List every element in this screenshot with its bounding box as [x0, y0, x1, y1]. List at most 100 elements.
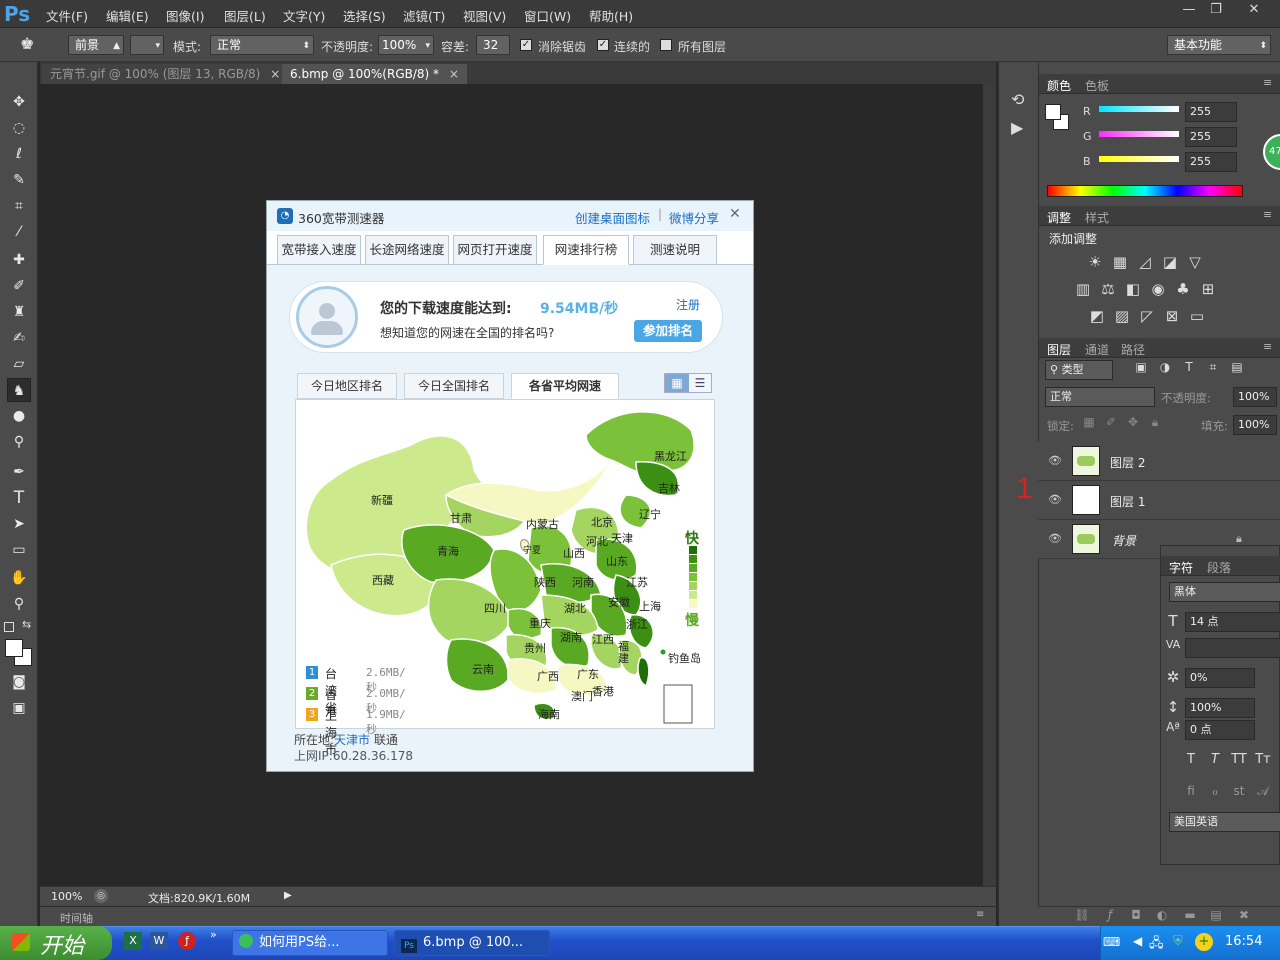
- panel-menu-icon[interactable]: ≡: [1263, 76, 1272, 89]
- tab-yuanxiao[interactable]: 元宵节.gif @ 100% (图层 13, RGB/8) ×: [42, 64, 289, 84]
- photo-filter-icon[interactable]: ◉: [1148, 280, 1168, 298]
- fx-icon[interactable]: ƒ: [1100, 908, 1120, 922]
- layer-name[interactable]: 图层 1: [1110, 493, 1145, 510]
- swash-icon[interactable]: 𝒜: [1253, 784, 1273, 799]
- tab-paragraph[interactable]: 段落: [1207, 559, 1231, 576]
- opacity-field[interactable]: 100% ▾: [378, 35, 434, 55]
- tab-longhaul-speed[interactable]: 长途网络速度: [365, 235, 449, 265]
- excel-icon[interactable]: X: [124, 932, 142, 950]
- color-fg-swatch[interactable]: [1045, 104, 1061, 120]
- tab-swatches[interactable]: 色板: [1085, 77, 1109, 94]
- tab-6bmp[interactable]: 6.bmp @ 100%(RGB/8) * ×: [282, 64, 467, 84]
- exposure-icon[interactable]: ◪: [1160, 253, 1180, 271]
- tab-character[interactable]: 字符: [1169, 559, 1193, 576]
- pattern-picker[interactable]: ▾: [130, 35, 164, 55]
- taskbar-item-photoshop[interactable]: Ps 6.bmp @ 100...: [394, 930, 550, 956]
- subtab-national-ranking[interactable]: 今日全国排名: [404, 373, 504, 399]
- actions-panel-icon[interactable]: ▶: [1011, 118, 1023, 137]
- menu-layer[interactable]: 图层(L): [224, 6, 266, 25]
- tab-paths[interactable]: 路径: [1121, 341, 1145, 358]
- menu-help[interactable]: 帮助(H): [589, 6, 633, 25]
- panel-menu-icon[interactable]: ≡: [976, 909, 984, 920]
- bold-style-icon[interactable]: T: [1181, 752, 1201, 767]
- plus-icon[interactable]: +: [1195, 933, 1213, 951]
- panel-menu-icon[interactable]: ≡: [1263, 208, 1272, 221]
- invert-icon[interactable]: ◩: [1087, 307, 1107, 325]
- menu-filter[interactable]: 滤镜(T): [403, 6, 445, 25]
- screen-mode-icon[interactable]: ▣: [7, 696, 31, 720]
- tab-close-icon[interactable]: ×: [449, 67, 459, 81]
- path-select-icon[interactable]: ➤: [7, 512, 31, 536]
- menu-edit[interactable]: 编辑(E): [106, 6, 149, 25]
- restore-button[interactable]: ❐: [1203, 1, 1229, 21]
- visibility-eye-icon[interactable]: 👁︎: [1048, 532, 1062, 545]
- layer-row[interactable]: 👁︎ 图层 2: [1038, 442, 1280, 481]
- fill-source-dropdown[interactable]: 前景 ▲︎: [68, 35, 124, 55]
- mode-dropdown[interactable]: 正常 ⬍: [210, 35, 314, 55]
- tab-close-icon[interactable]: ×: [270, 67, 280, 81]
- link-layers-icon[interactable]: ⛓: [1072, 908, 1092, 922]
- layer-row[interactable]: 👁︎ 图层 1: [1038, 481, 1280, 520]
- curves-icon[interactable]: ◿: [1135, 253, 1155, 271]
- ligature-icon[interactable]: ﬁ: [1181, 784, 1201, 798]
- pen-tool-icon[interactable]: ✒: [7, 460, 31, 484]
- layer-opacity-field[interactable]: 100%: [1233, 387, 1277, 407]
- kerning-field[interactable]: [1185, 638, 1280, 658]
- eyedropper-tool-icon[interactable]: ⁄: [7, 220, 31, 244]
- color-lookup-icon[interactable]: ⊞: [1198, 280, 1218, 298]
- network-icon[interactable]: 🖧︎: [1149, 934, 1164, 956]
- tab-test-notes[interactable]: 测速说明: [633, 235, 717, 265]
- zoom-tool-icon[interactable]: ⚲: [7, 592, 31, 616]
- security-shield-icon[interactable]: ⛨: [1173, 934, 1183, 949]
- tab-speed-ranking[interactable]: 网速排行榜: [543, 235, 629, 265]
- new-adjustment-icon[interactable]: ◐: [1152, 908, 1172, 922]
- filter-pixel-icon[interactable]: ▣: [1131, 360, 1151, 374]
- hue-icon[interactable]: ▥: [1073, 280, 1093, 298]
- brightness-icon[interactable]: ☀: [1085, 253, 1105, 271]
- filter-shape-icon[interactable]: ⌗: [1203, 360, 1223, 375]
- filter-type-icon[interactable]: T: [1179, 360, 1199, 374]
- blend-mode-dropdown[interactable]: 正常: [1045, 387, 1155, 407]
- hand-tool-icon[interactable]: ✋: [7, 566, 31, 590]
- tolerance-field[interactable]: 32: [476, 35, 510, 55]
- stamp-tool-icon[interactable]: ♜: [7, 300, 31, 324]
- tray-expand-icon[interactable]: ◀: [1133, 934, 1142, 948]
- color-spectrum-bar[interactable]: [1047, 185, 1243, 197]
- subtab-local-ranking[interactable]: 今日地区排名: [297, 373, 397, 399]
- close-window-button[interactable]: ✕: [1240, 1, 1268, 21]
- tracking-field[interactable]: 0%: [1185, 668, 1255, 688]
- all-layers-checkbox[interactable]: [660, 39, 672, 51]
- menu-window[interactable]: 窗口(W): [524, 6, 571, 25]
- vertical-scale-field[interactable]: 100%: [1185, 698, 1255, 718]
- overflow-chevron-icon[interactable]: »: [210, 928, 217, 941]
- start-button[interactable]: 开始: [0, 926, 112, 960]
- antialias-checkbox[interactable]: ✓: [520, 39, 532, 51]
- channel-g-value[interactable]: 255: [1185, 127, 1237, 147]
- add-mask-icon[interactable]: ◘: [1126, 908, 1146, 922]
- lock-transparent-icon[interactable]: ▦: [1079, 415, 1099, 429]
- tab-webpage-speed[interactable]: 网页打开速度: [453, 235, 537, 265]
- timeline-label[interactable]: 时间轴: [60, 910, 93, 926]
- brush-tool-icon[interactable]: ✐: [7, 274, 31, 298]
- eraser-tool-icon[interactable]: ▱: [7, 352, 31, 376]
- lock-pixels-icon[interactable]: ✐: [1101, 415, 1121, 429]
- history-brush-icon[interactable]: ✍: [7, 326, 31, 350]
- layer-name[interactable]: 背景: [1112, 532, 1136, 549]
- list-view-icon[interactable]: ☰: [689, 374, 711, 392]
- allcaps-style-icon[interactable]: TT: [1229, 752, 1249, 767]
- tab-adjustments[interactable]: 调整: [1047, 209, 1071, 226]
- tab-color[interactable]: 颜色: [1047, 77, 1071, 94]
- lock-position-icon[interactable]: ✥: [1123, 415, 1143, 429]
- visibility-eye-icon[interactable]: 👁︎: [1048, 493, 1062, 506]
- filter-adjust-icon[interactable]: ◑: [1155, 360, 1175, 374]
- menu-view[interactable]: 视图(V): [463, 6, 506, 25]
- layer-filter-dropdown[interactable]: ⚲ 类型: [1045, 360, 1113, 380]
- menu-image[interactable]: 图像(I): [166, 6, 204, 25]
- color-balance-icon[interactable]: ⚖: [1098, 280, 1118, 298]
- menu-type[interactable]: 文字(Y): [283, 6, 325, 25]
- paint-bucket-tool-icon[interactable]: ♞: [7, 378, 31, 402]
- paint-bucket-preset-icon[interactable]: ♚: [20, 34, 46, 56]
- contiguous-checkbox[interactable]: ✓: [597, 39, 609, 51]
- channel-r-value[interactable]: 255: [1185, 102, 1237, 122]
- filter-smart-icon[interactable]: ▤: [1227, 360, 1247, 374]
